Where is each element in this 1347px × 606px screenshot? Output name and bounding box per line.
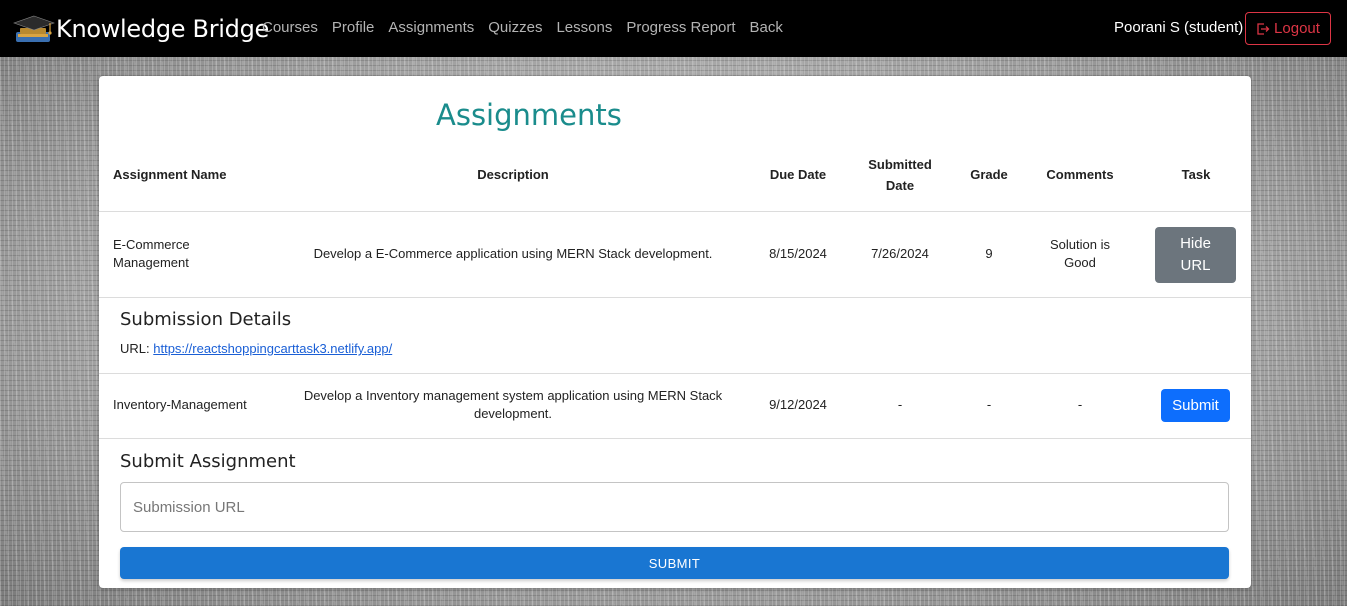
description-line1: Develop a Inventory management system ap… — [303, 388, 723, 403]
header-submitted-date: Submitted Date — [855, 154, 945, 196]
row-assignment-name: E-Commerce Management — [113, 236, 190, 272]
submission-url-link[interactable]: https://reactshoppingcarttask3.netlify.a… — [153, 341, 392, 356]
comments-line2: Good — [1064, 255, 1096, 270]
page-title: Assignments — [436, 98, 622, 132]
nav-assignments[interactable]: Assignments — [388, 19, 474, 36]
header-due-date: Due Date — [769, 167, 827, 182]
row-description: Develop a Inventory management system ap… — [299, 387, 727, 423]
divider — [99, 438, 1251, 439]
row-comments: Solution is Good — [1035, 236, 1125, 272]
nav-progress-report[interactable]: Progress Report — [626, 19, 735, 36]
row-submitted-date: - — [897, 397, 903, 412]
header-grade: Grade — [970, 167, 1008, 182]
logout-label: Logout — [1274, 20, 1320, 37]
row-grade: 9 — [985, 246, 993, 261]
header-task: Task — [1181, 167, 1211, 182]
navbar: Knowledge Bridge Courses Profile Assignm… — [0, 0, 1347, 57]
submission-url-input[interactable] — [120, 482, 1229, 532]
submission-url-line: URL: https://reactshoppingcarttask3.netl… — [120, 341, 392, 356]
submit-assignment-title: Submit Assignment — [120, 451, 296, 472]
row-due-date: 8/15/2024 — [769, 246, 827, 261]
logout-button[interactable]: Logout — [1245, 12, 1331, 45]
user-name: Poorani S (student) — [1114, 19, 1244, 36]
header-comments: Comments — [1046, 167, 1114, 182]
nav-links: Courses Profile Assignments Quizzes Less… — [262, 19, 783, 36]
header-assignment-name: Assignment Name — [113, 167, 227, 182]
nav-courses[interactable]: Courses — [262, 19, 318, 36]
row-comments: - — [1077, 397, 1083, 412]
row-assignment-name: Inventory-Management — [113, 397, 247, 412]
divider — [99, 373, 1251, 374]
header-submitted-line2: Date — [885, 178, 915, 193]
hide-url-button[interactable]: Hide URL — [1155, 227, 1236, 283]
hide-url-line2: URL — [1180, 257, 1211, 274]
row-submit-button[interactable]: Submit — [1161, 389, 1230, 422]
hide-url-line1: Hide — [1180, 235, 1211, 252]
submission-details-title: Submission Details — [120, 309, 292, 330]
brand-title[interactable]: Knowledge Bridge — [56, 15, 269, 43]
row-submitted-date: 7/26/2024 — [871, 246, 929, 261]
divider — [99, 297, 1251, 298]
divider — [99, 211, 1251, 212]
name-line1: E-Commerce — [113, 237, 190, 252]
nav-profile[interactable]: Profile — [332, 19, 375, 36]
description-line2: development. — [473, 406, 553, 421]
header-description: Description — [477, 167, 549, 182]
url-label: URL: — [120, 341, 150, 356]
nav-quizzes[interactable]: Quizzes — [488, 19, 542, 36]
header-submitted-line1: Submitted — [868, 157, 932, 172]
nav-back[interactable]: Back — [750, 19, 783, 36]
logout-icon — [1257, 22, 1270, 35]
row-description: Develop a E-Commerce application using M… — [313, 246, 713, 261]
row-due-date: 9/12/2024 — [769, 397, 827, 412]
name-line2: Management — [113, 255, 189, 270]
row-grade: - — [986, 397, 992, 412]
nav-lessons[interactable]: Lessons — [556, 19, 612, 36]
graduation-cap-logo-icon[interactable] — [12, 14, 56, 46]
assignments-card: Assignments Assignment Name Description … — [99, 76, 1251, 588]
comments-line1: Solution is — [1050, 237, 1110, 252]
submit-assignment-button[interactable]: SUBMIT — [120, 547, 1229, 579]
